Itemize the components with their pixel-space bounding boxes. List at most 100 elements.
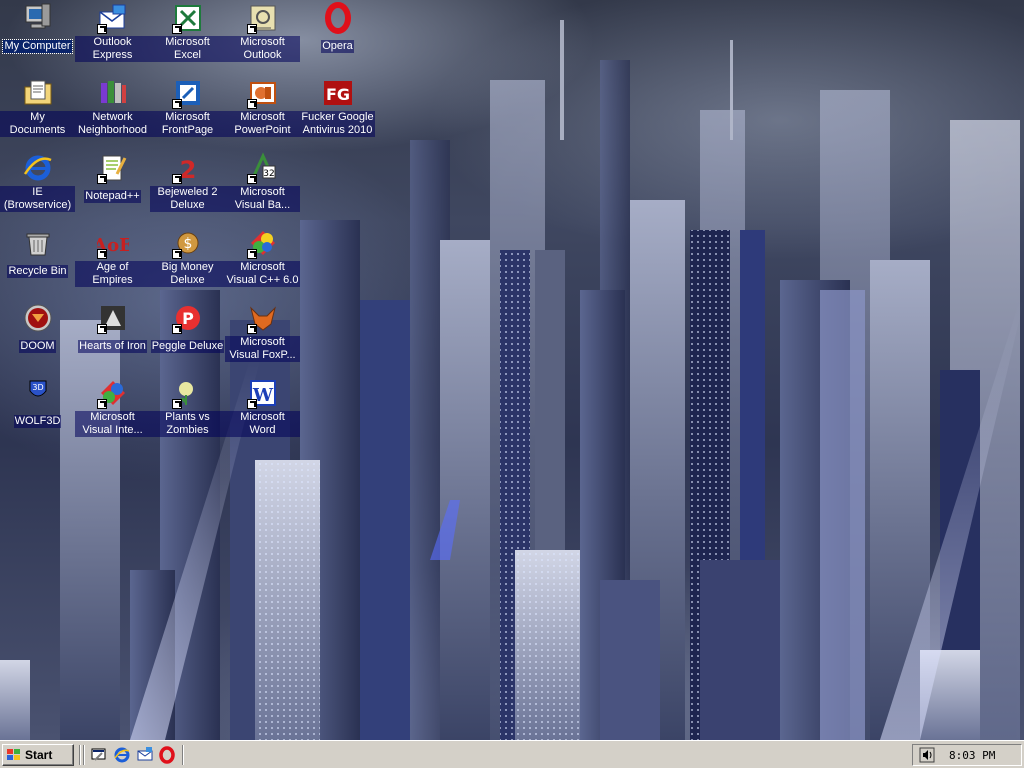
big-money-icon: $ bbox=[171, 227, 204, 259]
desktop-icon-big-money[interactable]: $ Big Money Deluxe bbox=[150, 227, 225, 288]
quick-launch-opera[interactable] bbox=[158, 746, 176, 764]
shortcut-arrow-icon bbox=[246, 174, 257, 184]
desktop-icon-label: Network Neighborhood bbox=[75, 111, 150, 137]
quick-launch-outlook-express[interactable] bbox=[136, 746, 154, 764]
desktop-icon-ms-word[interactable]: W Microsoft Word bbox=[225, 377, 300, 438]
show-desktop-icon bbox=[91, 748, 106, 761]
shortcut-arrow-icon bbox=[96, 24, 107, 34]
shortcut-arrow-icon bbox=[96, 324, 107, 334]
desktop-icon-label: WOLF3D bbox=[13, 415, 62, 428]
opera-icon bbox=[159, 746, 175, 764]
shortcut-arrow-icon bbox=[246, 24, 257, 34]
visual-cpp-icon bbox=[246, 227, 279, 259]
taskbar-separator bbox=[182, 745, 184, 765]
desktop-icon-my-computer[interactable]: My Computer bbox=[0, 2, 75, 54]
desktop-icon-my-documents[interactable]: My Documents bbox=[0, 77, 75, 138]
svg-text:3D: 3D bbox=[32, 383, 43, 392]
desktop-icon-label: DOOM bbox=[19, 340, 56, 353]
svg-text:32: 32 bbox=[263, 169, 274, 179]
shortcut-arrow-icon bbox=[246, 99, 257, 109]
my-documents-icon bbox=[22, 77, 54, 109]
desktop-icon-wolf3d[interactable]: 3D WOLF3D bbox=[0, 377, 75, 429]
desktop-icon-bejeweled2[interactable]: 2 Bejeweled 2 Deluxe bbox=[150, 152, 225, 213]
desktop-icon-label: Microsoft Visual Inte... bbox=[75, 411, 150, 437]
shortcut-arrow-icon bbox=[171, 249, 182, 259]
desktop-icon-label: Bejeweled 2 Deluxe bbox=[150, 186, 225, 212]
desktop-icon-ms-visual-foxpro[interactable]: Microsoft Visual FoxP... bbox=[225, 302, 300, 363]
desktop-icon-opera[interactable]: Opera bbox=[300, 2, 375, 54]
desktop-icon-outlook-express[interactable]: Outlook Express bbox=[75, 2, 150, 63]
desktop-icon-ms-visual-cpp[interactable]: Microsoft Visual C++ 6.0 bbox=[225, 227, 300, 288]
clock[interactable]: 8:03 PM bbox=[949, 749, 995, 762]
desktop-icon-label: My Documents bbox=[0, 111, 75, 137]
quick-launch-ie[interactable] bbox=[113, 746, 131, 764]
desktop-icon-label: Microsoft Word bbox=[225, 411, 300, 437]
desktop-icon-label: Notepad++ bbox=[84, 190, 141, 203]
svg-text:FG: FG bbox=[325, 85, 349, 104]
visual-basic-icon: 32 bbox=[246, 152, 279, 184]
shortcut-arrow-icon bbox=[246, 399, 257, 409]
desktop-icon-ms-powerpoint[interactable]: Microsoft PowerPoint bbox=[225, 77, 300, 138]
notepad-plus-plus-icon bbox=[96, 152, 129, 184]
desktop-icon-peggle[interactable]: P Peggle Deluxe bbox=[150, 302, 225, 354]
desktop-icon-label: Microsoft Visual C++ 6.0 bbox=[225, 261, 300, 287]
plants-vs-zombies-icon bbox=[171, 377, 204, 409]
desktop-icon-label: Big Money Deluxe bbox=[150, 261, 225, 287]
desktop-icon-doom[interactable]: DOOM bbox=[0, 302, 75, 354]
desktop-icon-notepadpp[interactable]: Notepad++ bbox=[75, 152, 150, 204]
desktop-icon-label: Fucker Google Antivirus 2010 bbox=[300, 111, 375, 137]
desktop-icon-fg-antivirus[interactable]: FG Fucker Google Antivirus 2010 bbox=[300, 77, 375, 138]
quick-launch-show-desktop[interactable] bbox=[90, 746, 108, 764]
desktop-icon-label: Opera bbox=[321, 40, 354, 53]
shortcut-arrow-icon bbox=[171, 99, 182, 109]
system-tray: 8:03 PM bbox=[912, 744, 1022, 766]
internet-explorer-icon bbox=[22, 152, 54, 184]
internet-explorer-icon bbox=[114, 747, 130, 763]
desktop-icon-label: Age of Empires bbox=[75, 261, 150, 287]
desktop-icon-ie[interactable]: IE (Browservice) bbox=[0, 152, 75, 213]
hearts-of-iron-icon bbox=[96, 302, 129, 334]
windows-logo-icon bbox=[7, 749, 20, 760]
desktop-icon-label: Recycle Bin bbox=[7, 265, 68, 278]
desktop-icon-label: IE (Browservice) bbox=[0, 186, 75, 212]
desktop-icon-ms-outlook[interactable]: Microsoft Outlook bbox=[225, 2, 300, 63]
desktop-icon-network-neighborhood[interactable]: Network Neighborhood bbox=[75, 77, 150, 138]
outlook-express-icon bbox=[96, 2, 129, 34]
svg-text:$: $ bbox=[183, 236, 192, 252]
desktop-icon-label: My Computer bbox=[2, 39, 73, 54]
desktop-icon-label: Plants vs Zombies bbox=[150, 411, 225, 437]
network-neighborhood-icon bbox=[97, 77, 129, 109]
desktop-icon-recycle-bin[interactable]: Recycle Bin bbox=[0, 227, 75, 279]
desktop-icon-hearts-of-iron[interactable]: Hearts of Iron bbox=[75, 302, 150, 354]
desktop-icon-ms-frontpage[interactable]: Microsoft FrontPage bbox=[150, 77, 225, 138]
desktop-icon-label: Microsoft Visual Ba... bbox=[225, 186, 300, 212]
visual-foxpro-icon bbox=[246, 302, 279, 334]
recycle-bin-icon bbox=[22, 227, 54, 259]
shortcut-arrow-icon bbox=[171, 324, 182, 334]
powerpoint-icon bbox=[246, 77, 279, 109]
desktop-icon-ms-visual-interdev[interactable]: Microsoft Visual Inte... bbox=[75, 377, 150, 438]
doom-icon bbox=[22, 302, 54, 334]
opera-icon bbox=[322, 2, 354, 34]
desktop-icon-pvz[interactable]: Plants vs Zombies bbox=[150, 377, 225, 438]
taskbar-separator bbox=[83, 745, 85, 765]
excel-icon bbox=[171, 2, 204, 34]
desktop-icon-age-of-empires[interactable]: AoE Age of Empires bbox=[75, 227, 150, 288]
desktop-icon-ms-excel[interactable]: Microsoft Excel bbox=[150, 2, 225, 63]
start-button[interactable]: Start bbox=[2, 744, 74, 766]
wolf3d-icon: 3D bbox=[22, 377, 54, 409]
desktop-icon-label: Microsoft FrontPage bbox=[150, 111, 225, 137]
shortcut-arrow-icon bbox=[96, 174, 107, 184]
taskbar-separator bbox=[79, 745, 81, 765]
volume-icon[interactable] bbox=[919, 747, 935, 763]
shortcut-arrow-icon bbox=[96, 399, 107, 409]
desktop-icon-label: Microsoft Visual FoxP... bbox=[225, 336, 300, 362]
desktop-icon-ms-visual-basic[interactable]: 32 Microsoft Visual Ba... bbox=[225, 152, 300, 213]
peggle-icon: P bbox=[171, 302, 204, 334]
fg-antivirus-icon: FG bbox=[322, 77, 354, 109]
bejeweled-icon: 2 bbox=[171, 152, 204, 184]
desktop[interactable]: My Computer My Documents IE (Browservice) R… bbox=[0, 0, 1024, 740]
desktop-icon-label: Hearts of Iron bbox=[78, 340, 147, 353]
visual-interdev-icon bbox=[96, 377, 129, 409]
desktop-icon-label: Microsoft PowerPoint bbox=[225, 111, 300, 137]
